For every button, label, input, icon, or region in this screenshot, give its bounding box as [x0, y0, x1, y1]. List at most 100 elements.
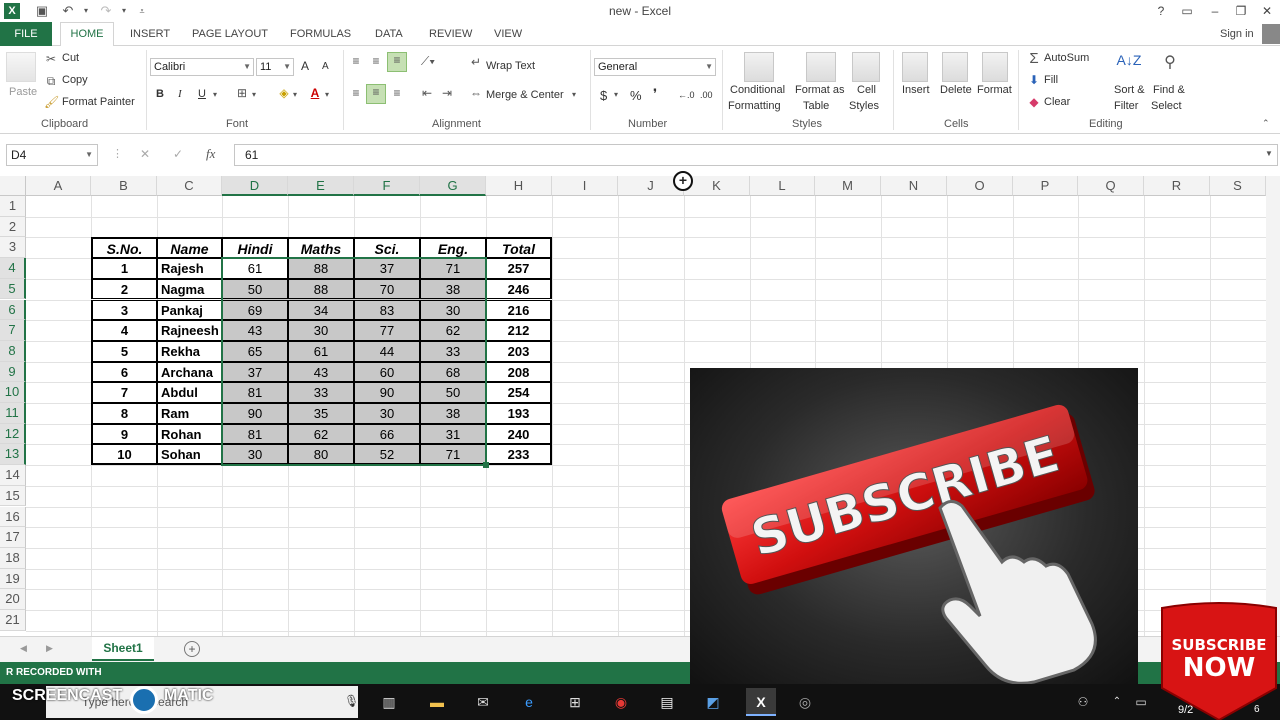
- paste-button[interactable]: Paste: [9, 86, 37, 98]
- select-all-corner[interactable]: [0, 176, 26, 196]
- chrome-icon[interactable]: ◉: [610, 692, 632, 712]
- row-header[interactable]: 4: [0, 258, 26, 279]
- row-header[interactable]: 3: [0, 237, 26, 259]
- collapse-ribbon-icon[interactable]: ⌃: [1262, 118, 1270, 129]
- table-header-cell[interactable]: S.No.: [91, 237, 157, 259]
- number-format-select[interactable]: General ▼: [594, 58, 716, 76]
- mail-icon[interactable]: ✉: [472, 692, 494, 712]
- row-header[interactable]: 16: [0, 506, 26, 528]
- format-cells-button[interactable]: Format: [977, 84, 1012, 96]
- table-cell[interactable]: Sohan: [157, 444, 222, 466]
- table-cell[interactable]: 254: [486, 382, 552, 403]
- scroll-right-icon[interactable]: ▶: [46, 643, 53, 654]
- chevron-down-icon[interactable]: ▾: [614, 90, 618, 99]
- row-header[interactable]: 9: [0, 361, 26, 383]
- table-cell[interactable]: Nagma: [157, 278, 222, 300]
- chevron-down-icon[interactable]: ▾: [293, 90, 297, 99]
- align-right-icon[interactable]: ≡: [389, 86, 405, 100]
- formula-input[interactable]: 61: [234, 144, 1278, 166]
- vertical-scrollbar[interactable]: [1266, 176, 1280, 636]
- close-button[interactable]: ✕: [1254, 2, 1280, 20]
- column-header[interactable]: D: [222, 176, 288, 196]
- row-header[interactable]: 20: [0, 589, 26, 610]
- paste-icon[interactable]: [6, 52, 36, 82]
- microphone-icon[interactable]: 🎙: [344, 694, 359, 708]
- tab-insert[interactable]: INSERT: [130, 26, 170, 46]
- table-cell[interactable]: 203: [486, 340, 552, 362]
- chevron-down-icon[interactable]: ▾: [325, 90, 329, 99]
- cell-styles-label-1[interactable]: Cell: [857, 84, 876, 96]
- column-header[interactable]: N: [881, 176, 947, 196]
- table-cell[interactable]: Ram: [157, 403, 222, 424]
- fill-color-icon[interactable]: ◈: [276, 86, 292, 100]
- row-header[interactable]: 2: [0, 216, 26, 238]
- name-box[interactable]: D4 ▼: [6, 144, 98, 166]
- table-cell[interactable]: Rekha: [157, 340, 222, 362]
- find-select-label-1[interactable]: Find &: [1153, 84, 1185, 96]
- table-cell[interactable]: 212: [486, 320, 552, 341]
- row-header[interactable]: 12: [0, 423, 26, 445]
- tray-chevron-icon[interactable]: ⌃: [1106, 692, 1128, 712]
- row-header[interactable]: 5: [0, 278, 26, 300]
- increase-decimal-button[interactable]: ←.0: [678, 90, 695, 100]
- table-cell[interactable]: Rohan: [157, 423, 222, 445]
- table-cell[interactable]: 4: [91, 320, 157, 341]
- screencast-taskbar-icon[interactable]: ◎: [794, 692, 816, 712]
- row-header[interactable]: 17: [0, 527, 26, 548]
- insert-cells-button[interactable]: Insert: [902, 84, 930, 96]
- excel-taskbar-icon[interactable]: X: [746, 688, 776, 716]
- table-cell[interactable]: Rajneesh: [157, 320, 222, 341]
- conditional-formatting-label-2[interactable]: Formatting: [728, 100, 781, 112]
- restore-button[interactable]: ❐: [1228, 2, 1254, 20]
- row-header[interactable]: 21: [0, 610, 26, 631]
- table-cell[interactable]: 208: [486, 361, 552, 383]
- file-explorer-icon[interactable]: ▬: [426, 692, 448, 712]
- column-header[interactable]: Q: [1078, 176, 1144, 196]
- row-header[interactable]: 1: [0, 196, 26, 217]
- column-header[interactable]: I: [552, 176, 618, 196]
- column-header[interactable]: C: [157, 176, 222, 196]
- table-header-cell[interactable]: Hindi: [222, 237, 288, 259]
- table-header-cell[interactable]: Eng.: [420, 237, 486, 259]
- decrease-decimal-button[interactable]: .00: [700, 90, 713, 100]
- clear-button[interactable]: Clear: [1044, 96, 1070, 108]
- column-header[interactable]: R: [1144, 176, 1210, 196]
- column-header[interactable]: O: [947, 176, 1013, 196]
- sort-filter-label-1[interactable]: Sort &: [1114, 84, 1145, 96]
- grow-font-button[interactable]: A: [301, 59, 309, 73]
- enter-icon[interactable]: ✓: [173, 147, 183, 161]
- currency-button[interactable]: $: [600, 88, 607, 103]
- expand-formula-bar-icon[interactable]: ▼: [1265, 149, 1273, 158]
- wrap-text-button[interactable]: Wrap Text: [486, 60, 535, 72]
- row-header[interactable]: 10: [0, 382, 26, 403]
- more-options-icon[interactable]: ⋮: [112, 147, 123, 160]
- search-box[interactable]: Type here to search 🎙: [46, 686, 359, 718]
- sort-filter-label-2[interactable]: Filter: [1114, 100, 1138, 112]
- table-cell[interactable]: 6: [91, 361, 157, 383]
- autosum-button[interactable]: AutoSum: [1044, 52, 1089, 64]
- table-header-cell[interactable]: Total: [486, 237, 552, 259]
- column-header[interactable]: B: [91, 176, 157, 196]
- tab-data[interactable]: DATA: [375, 26, 403, 46]
- comma-button[interactable]: ❜: [653, 86, 657, 102]
- table-cell[interactable]: 2: [91, 278, 157, 300]
- table-cell[interactable]: Abdul: [157, 382, 222, 403]
- font-size-select[interactable]: 11 ▼: [256, 58, 294, 76]
- bold-button[interactable]: B: [156, 88, 164, 100]
- network-icon[interactable]: ▭: [1130, 692, 1152, 712]
- tab-view[interactable]: VIEW: [494, 26, 522, 46]
- orientation-icon[interactable]: ⟋▾: [418, 54, 438, 69]
- table-cell[interactable]: 240: [486, 423, 552, 445]
- scroll-left-icon[interactable]: ◀: [20, 643, 27, 654]
- fill-button[interactable]: Fill: [1044, 74, 1058, 86]
- align-center-icon[interactable]: ≡: [366, 84, 386, 104]
- align-middle-icon[interactable]: ≡: [368, 54, 384, 68]
- table-cell[interactable]: Pankaj: [157, 299, 222, 321]
- increase-indent-icon[interactable]: ⇥: [438, 86, 456, 100]
- ribbon-display-options-icon[interactable]: ▭: [1174, 2, 1200, 20]
- align-top-icon[interactable]: ≡: [348, 54, 364, 68]
- column-header[interactable]: E: [288, 176, 354, 196]
- table-cell[interactable]: 246: [486, 278, 552, 300]
- minimize-button[interactable]: –: [1202, 2, 1228, 20]
- row-header[interactable]: 6: [0, 299, 26, 321]
